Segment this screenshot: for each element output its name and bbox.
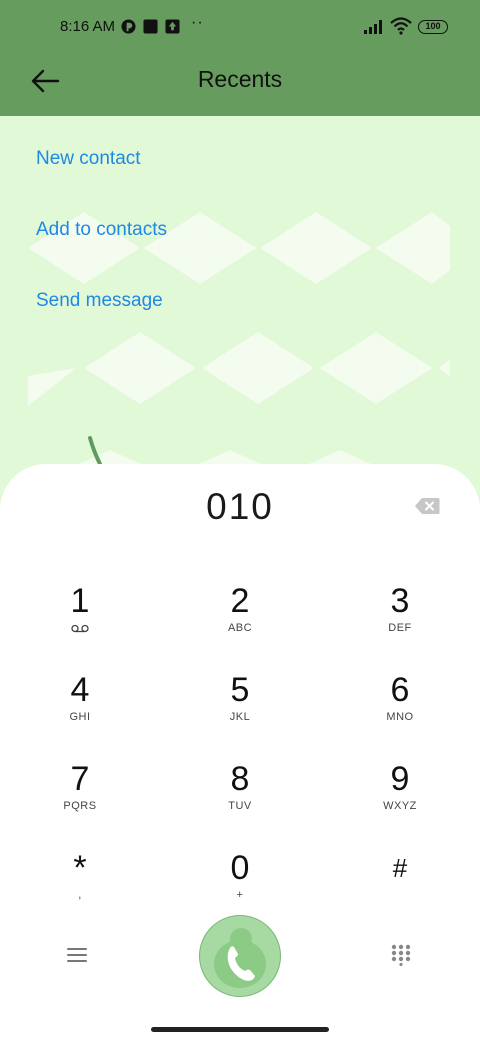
key-hash[interactable]: #	[345, 849, 455, 925]
key-7[interactable]: 7 PQRS	[25, 760, 135, 836]
upload-notification-icon	[165, 19, 180, 34]
call-button[interactable]	[199, 915, 281, 997]
voicemail-icon	[71, 624, 89, 633]
status-bar: 8:16 AM ·· 100	[0, 14, 480, 42]
send-message-link[interactable]: Send message	[36, 290, 163, 312]
more-notifications-indicator: ··	[191, 14, 204, 31]
key-3[interactable]: 3 DEF	[345, 582, 455, 658]
key-4[interactable]: 4 GHI	[25, 671, 135, 747]
key-2[interactable]: 2 ABC	[185, 582, 295, 658]
home-indicator[interactable]	[151, 1027, 329, 1032]
key-1[interactable]: 1	[25, 582, 135, 658]
new-contact-link[interactable]: New contact	[36, 148, 141, 170]
app-notification-icon	[121, 19, 136, 34]
key-0[interactable]: 0 +	[185, 849, 295, 925]
menu-icon[interactable]	[66, 946, 88, 964]
dialpad-icon[interactable]	[391, 944, 411, 966]
square-notification-icon	[143, 19, 158, 34]
page-title: Recents	[197, 66, 283, 92]
key-5[interactable]: 5 JKL	[185, 671, 295, 747]
signal-icon	[364, 20, 382, 34]
add-to-contacts-link[interactable]: Add to contacts	[36, 219, 167, 241]
key-6[interactable]: 6 MNO	[345, 671, 455, 747]
key-8[interactable]: 8 TUV	[185, 760, 295, 836]
dialed-number: 010	[206, 486, 274, 527]
key-9[interactable]: 9 WXYZ	[345, 760, 455, 836]
wifi-icon	[390, 17, 412, 35]
backspace-icon[interactable]	[414, 497, 440, 515]
battery-indicator: 100	[418, 20, 448, 34]
status-time: 8:16 AM	[60, 18, 116, 35]
key-star[interactable]: * ,	[25, 849, 135, 925]
phone-icon	[214, 928, 266, 988]
